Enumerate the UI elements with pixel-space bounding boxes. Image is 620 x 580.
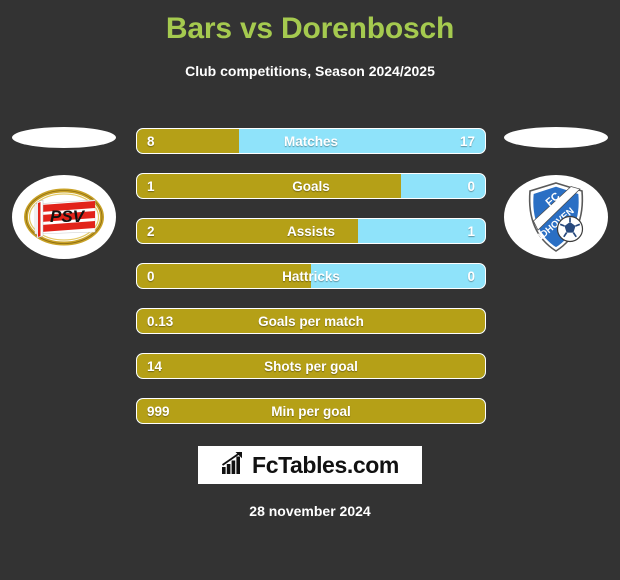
bar-chart-icon bbox=[221, 451, 246, 480]
stat-label: Assists bbox=[286, 223, 336, 239]
home-team-crest: PSV bbox=[12, 175, 116, 259]
stats-list: 8 Matches 17 1 Goals 0 2 Assists 1 0 Hattricks 0 0.1… bbox=[136, 128, 486, 443]
decorative-ellipse-left bbox=[12, 127, 116, 148]
decorative-ellipse-right bbox=[504, 127, 608, 148]
page-subtitle: Club competitions, Season 2024/2025 bbox=[185, 63, 435, 79]
fc-eindhoven-crest-icon: FC EINDHOVEN bbox=[516, 177, 596, 257]
stat-row: 999 Min per goal bbox=[136, 398, 486, 424]
stat-row: 14 Shots per goal bbox=[136, 353, 486, 379]
stat-row: 1 Goals 0 bbox=[136, 173, 486, 199]
stat-away-value: 0 bbox=[467, 178, 475, 194]
stat-row: 0 Hattricks 0 bbox=[136, 263, 486, 289]
stat-label: Goals per match bbox=[258, 313, 364, 329]
stat-away-value: 1 bbox=[467, 223, 475, 239]
stat-label: Matches bbox=[283, 133, 339, 149]
stat-label: Shots per goal bbox=[264, 358, 358, 374]
stat-label: Goals bbox=[292, 178, 330, 194]
away-team-crest: FC EINDHOVEN bbox=[504, 175, 608, 259]
stat-row: 8 Matches 17 bbox=[136, 128, 486, 154]
stat-label: Hattricks bbox=[282, 268, 340, 284]
stat-away-value: 0 bbox=[467, 268, 475, 284]
fctables-logo[interactable]: FcTables.com bbox=[198, 446, 422, 484]
stat-comparison-page: Bars vs Dorenbosch Club competitions, Se… bbox=[0, 0, 620, 580]
fctables-brand-text: FcTables.com bbox=[252, 451, 399, 478]
svg-text:PSV: PSV bbox=[50, 207, 86, 226]
stat-row: 2 Assists 1 bbox=[136, 218, 486, 244]
stat-row: 0.13 Goals per match bbox=[136, 308, 486, 334]
page-title: Bars vs Dorenbosch bbox=[165, 12, 455, 45]
psv-crest-icon: PSV bbox=[21, 186, 107, 248]
stat-away-value: 17 bbox=[459, 133, 475, 149]
report-date: 28 november 2024 bbox=[249, 503, 371, 519]
stat-label: Min per goal bbox=[271, 403, 351, 419]
